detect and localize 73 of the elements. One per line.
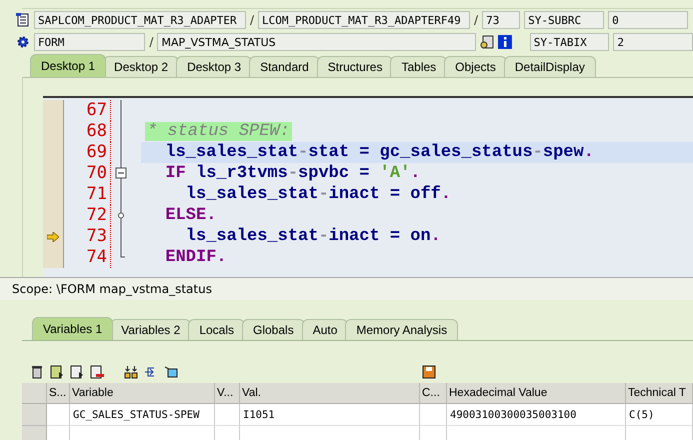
gutter-cell[interactable]: [43, 100, 64, 121]
tab[interactable]: Structures: [316, 56, 394, 77]
tab[interactable]: Desktop 1: [30, 54, 106, 77]
table-cell: [47, 404, 70, 426]
document-remove-icon[interactable]: [90, 365, 104, 379]
table-cell: 49003100300035003100: [447, 404, 626, 426]
tab[interactable]: Objects: [444, 56, 507, 77]
info-icon[interactable]: [498, 35, 512, 49]
arrow-icon: [47, 232, 59, 242]
tab[interactable]: Desktop 3: [176, 56, 252, 77]
tab[interactable]: DetailDisplay: [504, 56, 596, 77]
sort-icon[interactable]: [124, 365, 138, 379]
system-field-name: SY-TABIX: [530, 33, 610, 51]
separator-slash: /: [149, 35, 154, 49]
code-line: ls_sales_stat-inact = on.: [184, 226, 442, 247]
column-header[interactable]: C...: [420, 383, 447, 404]
line-number: 70: [64, 163, 111, 184]
column-header[interactable]: Val.: [240, 383, 420, 404]
code-line: ENDIF.: [164, 247, 228, 268]
system-field-name: SY-SUBRC: [524, 11, 604, 29]
tab[interactable]: Variables 1: [32, 317, 114, 340]
tab[interactable]: Tables: [390, 56, 448, 77]
column-header[interactable]: S...: [47, 383, 70, 404]
corner-cell[interactable]: [22, 383, 47, 404]
fold-node-icon: [118, 205, 124, 226]
collapse-icon[interactable]: [116, 163, 126, 184]
column-header[interactable]: V...: [215, 383, 240, 404]
table-cell: C(5): [626, 404, 693, 426]
column-header[interactable]: Hexadecimal Value: [447, 383, 626, 404]
table-cell: GC_SALES_STATUS-SPEW: [70, 404, 215, 426]
line-number: 74: [64, 247, 111, 268]
tab[interactable]: Auto: [302, 319, 348, 340]
tab[interactable]: Globals: [242, 319, 305, 340]
system-field-value: 0: [608, 11, 688, 29]
fold-guide-line: [120, 184, 122, 205]
document-icon: [16, 13, 30, 27]
table-cell: I1051: [240, 404, 420, 426]
fold-end-icon: [120, 247, 126, 258]
line-field: 73: [482, 11, 520, 29]
column-header[interactable]: Variable: [70, 383, 215, 404]
code-line: ELSE.: [164, 205, 218, 226]
fold-guide-line: [120, 226, 122, 247]
tab[interactable]: Memory Analysis: [345, 319, 458, 340]
tab[interactable]: Locals: [188, 319, 245, 340]
tag-icon[interactable]: [164, 365, 178, 379]
event-type-field: FORM: [34, 33, 146, 51]
table-cell: [215, 404, 240, 426]
line-number: 73: [64, 226, 111, 247]
gutter-cell[interactable]: [43, 247, 64, 268]
display-object-icon[interactable]: [480, 35, 494, 49]
program-field: SAPLCOM_PRODUCT_MAT_R3_ADAPTER: [34, 11, 246, 29]
tab[interactable]: Variables 2: [110, 319, 192, 340]
system-field-value: 2: [613, 33, 693, 51]
event-field: MAP_VSTMA_STATUS: [157, 33, 476, 51]
trash-icon[interactable]: [30, 365, 44, 379]
separator-slash: /: [250, 13, 254, 27]
code-line: IF ls_r3tvms-spvbc = 'A'.: [164, 163, 422, 184]
line-number: 67: [64, 100, 111, 121]
include-field: LCOM_PRODUCT_MAT_R3_ADAPTERF49: [258, 11, 470, 29]
tab[interactable]: Standard: [249, 56, 320, 77]
line-number: 69: [64, 142, 111, 163]
tab[interactable]: Desktop 2: [103, 56, 180, 77]
code-editor[interactable]: 67 68 * status SPEW: 69 ls_sales_stat-stat = gc_sales_status-spew. 70 IF ls_r3tvms-spvbc = 'A'. 71 ls_sales_stat-inact = off. 72 ELSE. 73 ls_sales_stat-inact = on. 74 ENDIF.: [43, 96, 693, 277]
separator-slash: /: [474, 13, 478, 27]
scope-label: Scope: \FORM map_vstma_status: [0, 277, 693, 300]
column-header[interactable]: Technical T: [626, 383, 693, 404]
gear-icon: [16, 35, 30, 49]
line-number: 72: [64, 205, 111, 226]
line-number: 68: [64, 121, 111, 142]
save-icon[interactable]: [422, 365, 436, 379]
table-cell: [420, 404, 447, 426]
code-line: ls_sales_stat-inact = off.: [184, 184, 452, 205]
line-number: 71: [64, 184, 111, 205]
